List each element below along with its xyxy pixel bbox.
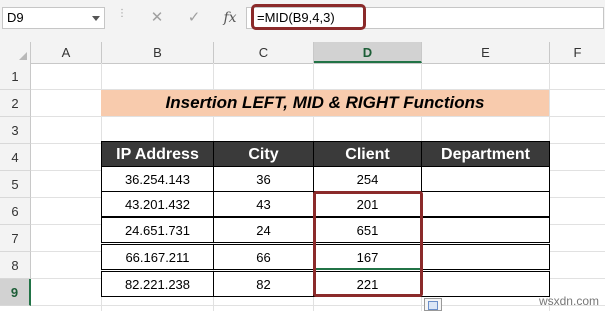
autofill-glyph	[428, 301, 438, 310]
row-header-1[interactable]: 1	[0, 63, 31, 90]
cell-client[interactable]: 651	[313, 217, 422, 243]
enter-button[interactable]: ✓	[183, 8, 205, 28]
row-header-6[interactable]: 6	[0, 198, 31, 225]
row-header-2[interactable]: 2	[0, 90, 31, 117]
column-header-c[interactable]: C	[214, 42, 314, 63]
header-ip-address[interactable]: IP Address	[101, 141, 214, 167]
select-all-button[interactable]	[0, 42, 31, 63]
cell-ip-address[interactable]: 66.167.211	[101, 244, 214, 270]
cell-ip-address[interactable]: 43.201.432	[101, 191, 214, 217]
header-city[interactable]: City	[213, 141, 314, 167]
cell-city[interactable]: 43	[213, 191, 314, 217]
cell-city[interactable]: 82	[213, 271, 314, 297]
row-header-4[interactable]: 4	[0, 144, 31, 171]
cell-city[interactable]: 66	[213, 244, 314, 270]
name-box[interactable]: D9	[2, 7, 105, 29]
cell-ip-address[interactable]: 82.221.238	[101, 271, 214, 297]
formula-input[interactable]: =MID(B9,4,3)	[246, 7, 604, 29]
insert-function-button[interactable]: fx	[219, 8, 241, 28]
column-headers: A B C D E F	[0, 42, 605, 64]
column-header-f[interactable]: F	[550, 42, 605, 63]
cell-department[interactable]	[421, 166, 550, 192]
row-header-5[interactable]: 5	[0, 171, 31, 198]
row-header-9[interactable]: 9	[0, 279, 31, 306]
gridline	[31, 116, 605, 117]
gridline	[31, 305, 605, 306]
cell-department[interactable]	[421, 271, 550, 297]
cell-ip-address[interactable]: 24.651.731	[101, 217, 214, 243]
cell-ip-address[interactable]: 36.254.143	[101, 166, 214, 192]
cell-city[interactable]: 36	[213, 166, 314, 192]
cell-department[interactable]	[421, 217, 550, 243]
cell-department[interactable]	[421, 191, 550, 217]
column-header-b[interactable]: B	[102, 42, 214, 63]
header-client[interactable]: Client	[313, 141, 422, 167]
sheet-title[interactable]: Insertion LEFT, MID & RIGHT Functions	[101, 90, 549, 116]
formula-bar: D9 ⋮ ✕ ✓ fx =MID(B9,4,3)	[0, 0, 605, 42]
column-header-a[interactable]: A	[31, 42, 102, 63]
column-header-e[interactable]: E	[422, 42, 550, 63]
row-header-8[interactable]: 8	[0, 252, 31, 279]
cell-client[interactable]: 167	[313, 244, 422, 270]
chevron-down-icon[interactable]	[92, 16, 100, 21]
cell-department[interactable]	[421, 244, 550, 270]
row-header-7[interactable]: 7	[0, 225, 31, 252]
select-all-icon	[19, 52, 27, 60]
cell-client[interactable]: 201	[313, 191, 422, 217]
row-header-3[interactable]: 3	[0, 117, 31, 144]
watermark: wsxdn.com	[538, 294, 599, 308]
autofill-options-icon[interactable]	[424, 298, 442, 311]
column-header-d[interactable]: D	[314, 42, 422, 63]
cell-city[interactable]: 24	[213, 217, 314, 243]
header-department[interactable]: Department	[421, 141, 550, 167]
cancel-button[interactable]: ✕	[146, 8, 168, 28]
drag-handle-icon[interactable]: ⋮	[117, 9, 127, 25]
cell-client[interactable]: 221	[313, 271, 422, 297]
cell-client[interactable]: 254	[313, 166, 422, 192]
